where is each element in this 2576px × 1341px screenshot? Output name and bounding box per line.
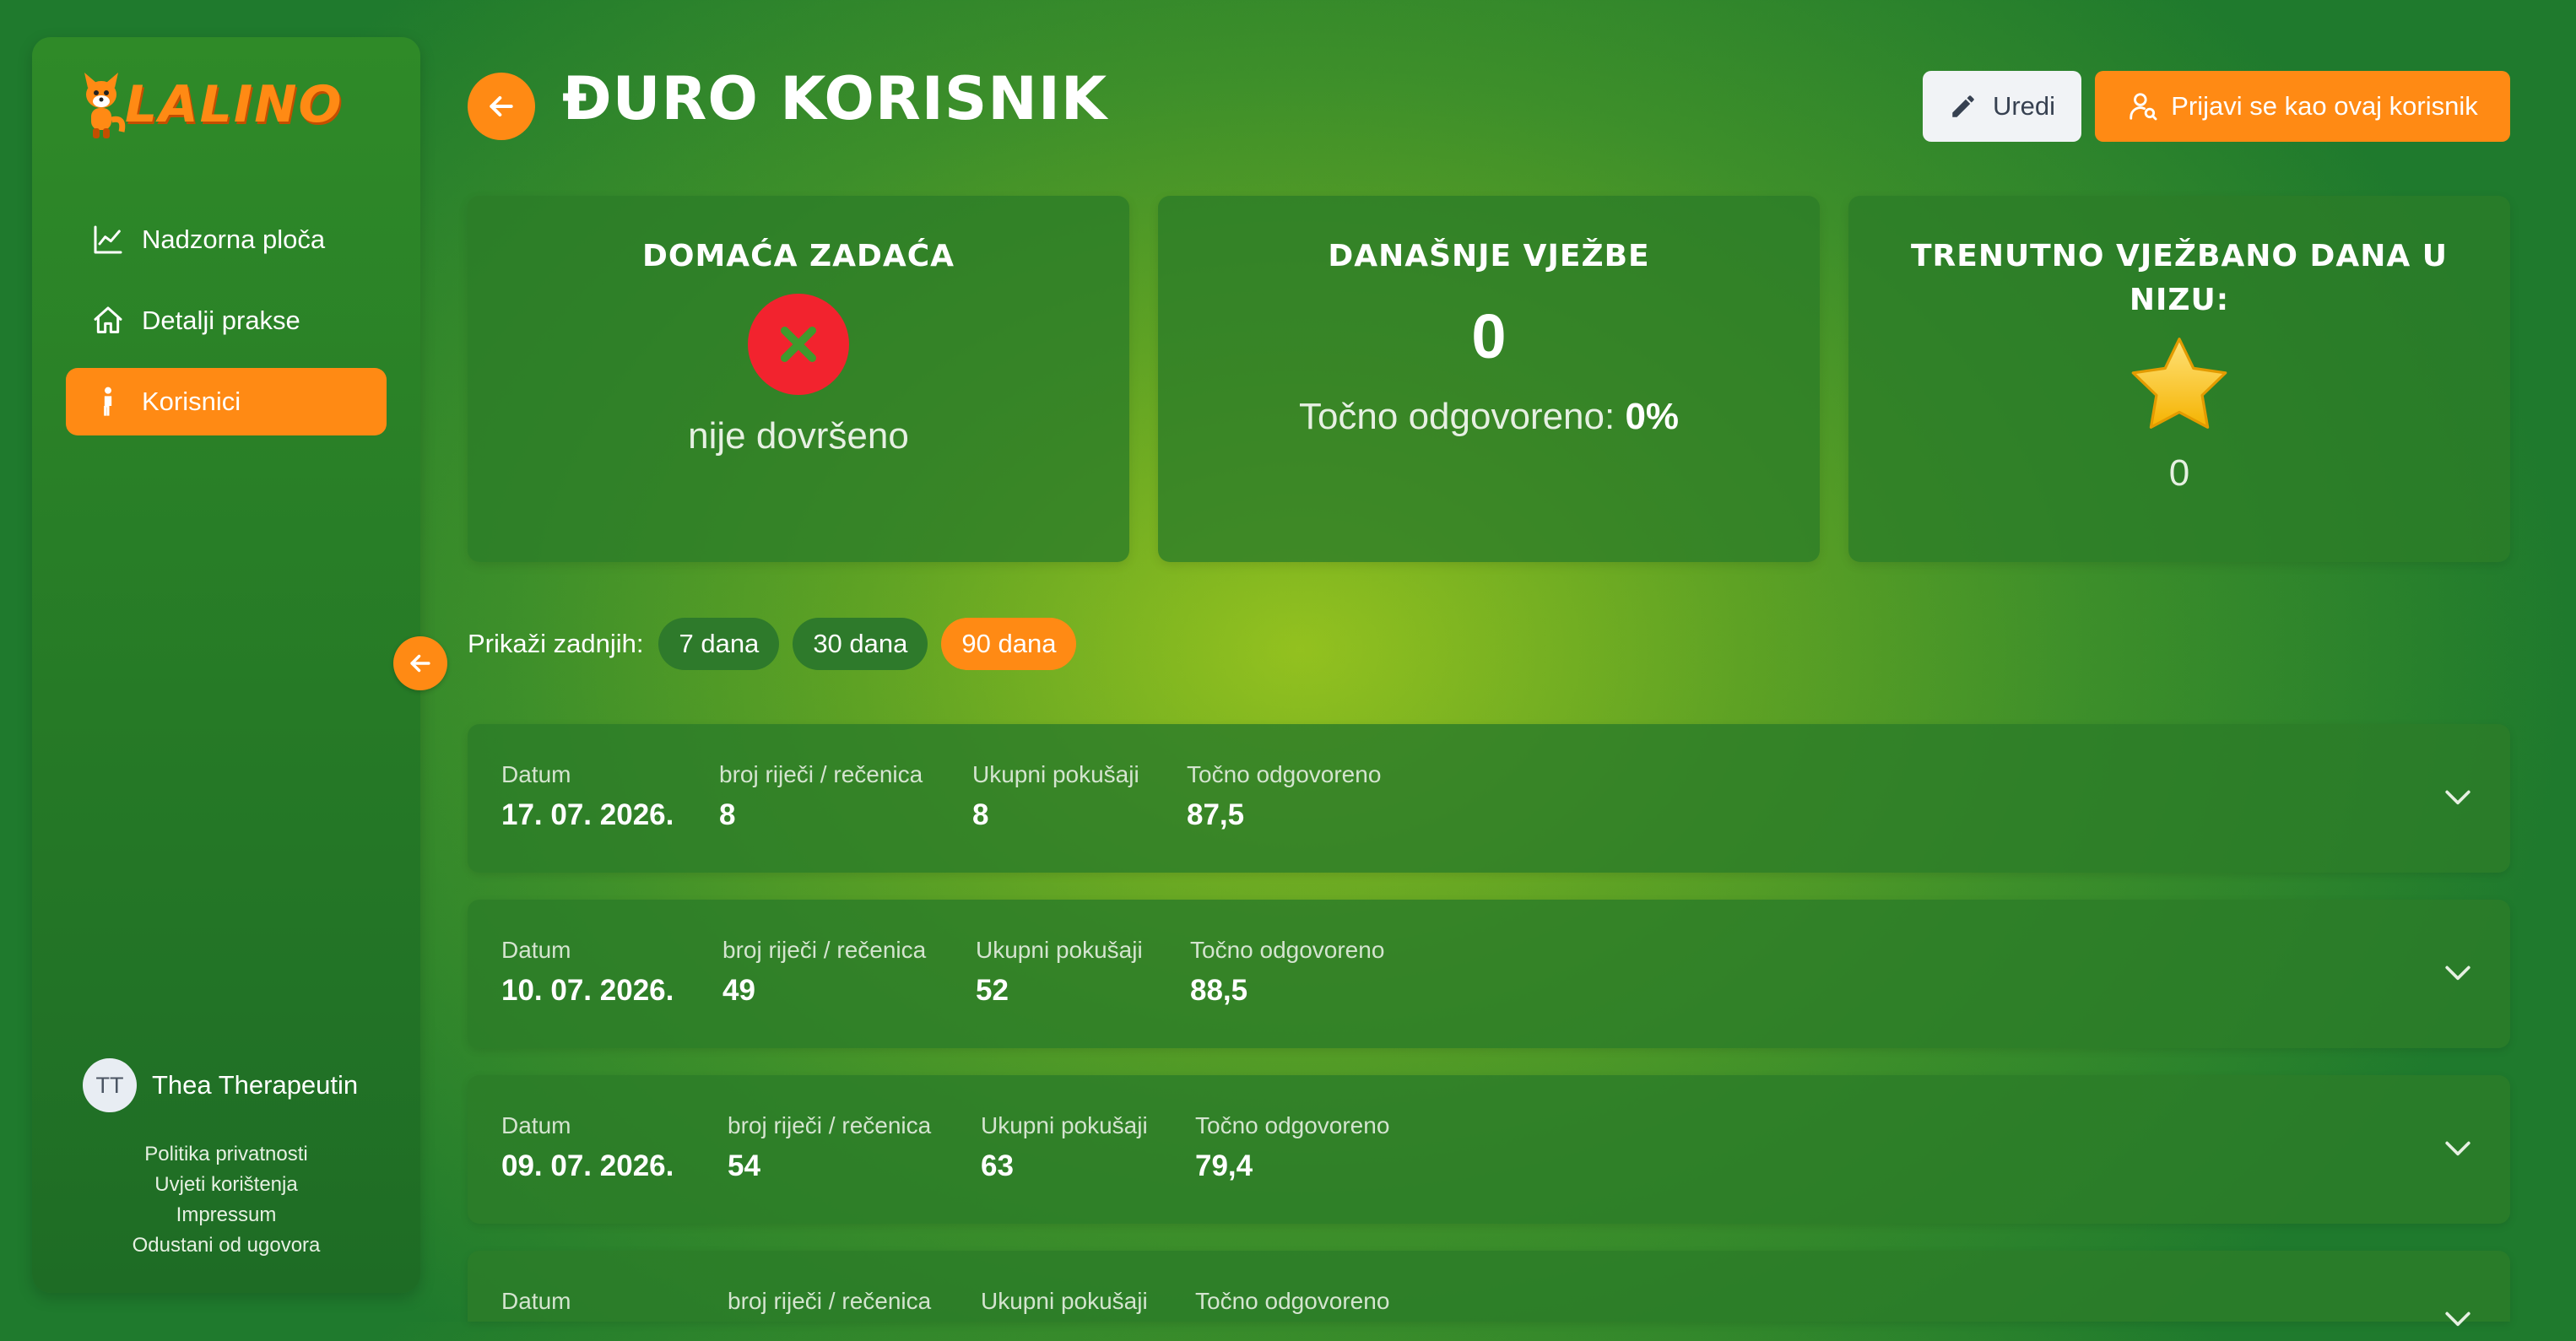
session-row[interactable]: Datum 10. 07. 2026. broj riječi / rečenic… — [468, 900, 2510, 1048]
collapse-sidebar-button[interactable] — [393, 636, 447, 690]
homework-title: DOMAĆA ZADAĆA — [642, 239, 955, 273]
user-search-icon — [2127, 90, 2159, 122]
streak-value: 0 — [2168, 452, 2190, 494]
home-icon — [89, 302, 127, 339]
edit-button[interactable]: Uredi — [1923, 71, 2081, 142]
cancel-contract-link[interactable]: Odustani od ugovora — [32, 1230, 420, 1261]
session-row[interactable]: Datum 17. 07. 2026. broj riječi / rečenic… — [468, 724, 2510, 873]
streak-title: TRENUTNO VJEŽBANO DANA U NIZU: — [1910, 239, 2449, 317]
filter-30-days[interactable]: 30 dana — [793, 618, 928, 670]
homework-card: DOMAĆA ZADAĆA nije dovršeno — [468, 196, 1129, 562]
date-value: 09. 07. 2026. — [501, 1149, 674, 1182]
correct-value: 88,5 — [1190, 974, 1248, 1007]
date-label: Datum — [501, 1288, 571, 1314]
date-label: Datum — [501, 937, 571, 963]
avatar: TT — [83, 1058, 137, 1112]
filter-7-days[interactable]: 7 dana — [658, 618, 780, 670]
back-button[interactable] — [468, 73, 535, 140]
sidebar-item-practice-details[interactable]: Detalji prakse — [66, 287, 387, 354]
chevron-down-icon[interactable] — [2439, 954, 2476, 995]
correct-label: Točno odgovoreno — [1195, 1288, 1390, 1314]
close-icon — [748, 294, 849, 395]
attempts-value: 52 — [976, 974, 1009, 1007]
correct-label: Točno odgovoreno — [1195, 1112, 1390, 1138]
correct-value: 79,4 — [1195, 1149, 1253, 1182]
chart-line-icon — [89, 221, 127, 258]
user-name: Thea Therapeutin — [152, 1070, 359, 1100]
sidebar-item-label: Korisnici — [142, 387, 241, 416]
attempts-label: Ukupni pokušaji — [981, 1288, 1148, 1314]
current-user[interactable]: TT Thea Therapeutin — [83, 1058, 358, 1112]
filter-label: Prikaži zadnjih: — [468, 629, 644, 658]
arrow-left-icon — [484, 89, 518, 123]
homework-status: nije dovršeno — [688, 415, 909, 457]
arrow-left-icon — [406, 649, 435, 678]
sidebar-item-dashboard[interactable]: Nadzorna ploča — [66, 206, 387, 273]
impressum-link[interactable]: Impressum — [32, 1200, 420, 1230]
session-row[interactable]: Datum 09. 07. 2026. broj riječi / rečenic… — [468, 1075, 2510, 1224]
login-as-user-button[interactable]: Prijavi se kao ovaj korisnik — [2095, 71, 2510, 142]
today-accuracy: Točno odgovoreno: 0% — [1158, 396, 1820, 438]
today-exercises-card: DANAŠNJE VJEŽBE 0 Točno odgovoreno: 0% — [1158, 196, 1820, 562]
attempts-label: Ukupni pokušaji — [981, 1112, 1148, 1138]
sidebar-item-users[interactable]: Korisnici — [66, 368, 387, 435]
words-label: broj riječi / rečenica — [722, 937, 927, 963]
filter-90-days[interactable]: 90 dana — [941, 618, 1077, 670]
brand-name: LALINO — [125, 75, 344, 134]
sidebar-item-label: Nadzorna ploča — [142, 224, 326, 254]
words-value: 54 — [728, 1149, 760, 1182]
correct-label: Točno odgovoreno — [1190, 937, 1385, 963]
edit-button-label: Uredi — [1992, 91, 2056, 121]
words-label: broj riječi / rečenica — [728, 1112, 932, 1138]
sidebar: LALINO Nadzorna ploča Detalji prakse Kor… — [32, 37, 420, 1293]
logo[interactable]: LALINO — [76, 69, 343, 140]
fox-mascot-icon — [76, 69, 127, 140]
correct-label: Točno odgovoreno — [1187, 761, 1382, 787]
today-accuracy-label: Točno odgovoreno: — [1298, 396, 1615, 437]
login-as-user-label: Prijavi se kao ovaj korisnik — [2171, 91, 2478, 121]
attempts-value: 8 — [972, 798, 989, 831]
sidebar-nav: Nadzorna ploča Detalji prakse Korisnici — [66, 206, 387, 449]
attempts-label: Ukupni pokušaji — [976, 937, 1143, 963]
today-accuracy-value: 0% — [1625, 396, 1680, 437]
attempts-value: 63 — [981, 1149, 1014, 1182]
terms-link[interactable]: Uvjeti korištenja — [32, 1170, 420, 1200]
streak-card: TRENUTNO VJEŽBANO DANA U NIZU: 0 — [1848, 196, 2510, 562]
chevron-down-icon[interactable] — [2439, 1300, 2476, 1341]
today-exercises-count: 0 — [1471, 301, 1507, 371]
sidebar-item-label: Detalji prakse — [142, 306, 300, 335]
date-label: Datum — [501, 1112, 571, 1138]
date-label: Datum — [501, 761, 571, 787]
privacy-policy-link[interactable]: Politika privatnosti — [32, 1139, 420, 1170]
period-filter: Prikaži zadnjih: 7 dana 30 dana 90 dana — [468, 618, 1090, 670]
page-title: ĐURO KORISNIK — [562, 64, 1108, 133]
words-value: 8 — [719, 798, 736, 831]
session-row[interactable]: Datum broj riječi / rečenica Ukupni poku… — [468, 1251, 2510, 1327]
today-exercises-title: DANAŠNJE VJEŽBE — [1328, 239, 1650, 273]
date-value: 10. 07. 2026. — [501, 974, 674, 1007]
pencil-icon — [1949, 92, 1978, 121]
correct-value: 87,5 — [1187, 798, 1245, 831]
person-icon — [89, 383, 127, 420]
footer-links: Politika privatnosti Uvjeti korištenja I… — [32, 1139, 420, 1261]
star-icon — [2124, 331, 2234, 441]
chevron-down-icon[interactable] — [2439, 1129, 2476, 1171]
words-label: broj riječi / rečenica — [728, 1288, 932, 1314]
words-label: broj riječi / rečenica — [719, 761, 923, 787]
chevron-down-icon[interactable] — [2439, 778, 2476, 819]
date-value: 17. 07. 2026. — [501, 798, 674, 831]
words-value: 49 — [722, 974, 755, 1007]
attempts-label: Ukupni pokušaji — [972, 761, 1139, 787]
